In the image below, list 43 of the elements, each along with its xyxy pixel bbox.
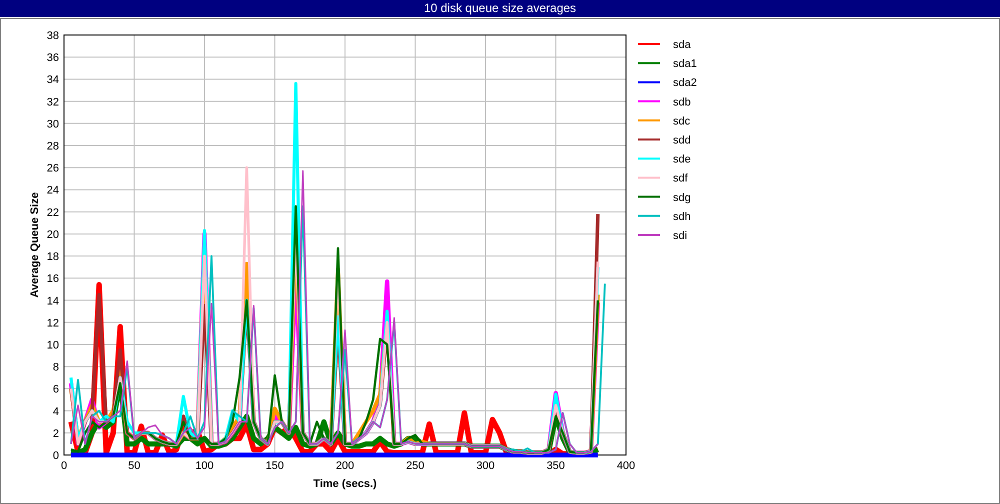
axis-tick-label: 0 [52,450,59,462]
axis-tick-label: 0 [60,460,68,472]
axis-tick-label: 28 [46,140,59,153]
axis-tick-label: 50 [128,460,140,472]
axis-tick-label: 34 [46,74,59,86]
axis-tick-label: 100 [195,460,214,472]
axis-tick-label: 350 [546,460,565,472]
axis-tick-label: 26 [46,162,59,175]
axis-title: Average Queue Size [29,192,41,298]
axis-tick-label: 10 [46,339,59,352]
legend-label: sda [673,39,691,51]
axis-tick-label: 300 [476,460,495,472]
axis-tick-label: 400 [616,460,636,472]
legend-label: sdh [673,210,691,223]
axis-tick-label: 20 [46,228,59,241]
axis-tick-label: 250 [406,460,424,472]
window-title: 10 disk queue size averages [0,0,1000,18]
legend-label: sdf [673,172,688,185]
axis-tick-label: 4 [52,406,59,418]
axis-tick-label: 24 [46,184,59,197]
legend-label: sdc [673,115,690,128]
legend-label: sdb [673,96,691,108]
axis-tick-label: 14 [46,295,59,308]
legend-label: sde [673,154,691,166]
axis-title: Time (secs.) [313,478,377,490]
axis-tick-label: 36 [46,52,59,64]
axis-tick-label: 6 [52,384,59,396]
legend-label: sda2 [673,77,697,90]
axis-tick-label: 2 [52,428,59,440]
axis-tick-label: 38 [46,30,59,42]
axis-tick-label: 12 [46,317,59,330]
legend-label: sdg [673,192,691,204]
legend-label: sda1 [673,58,697,70]
axis-tick-label: 200 [336,460,354,472]
legend-label: sdd [673,134,691,146]
axis-tick-label: 30 [46,118,59,130]
axis-tick-label: 22 [46,206,59,219]
axis-tick-label: 150 [266,460,284,472]
axis-tick-label: 18 [46,251,59,264]
axis-tick-label: 8 [52,362,59,374]
axis-tick-label: 32 [46,96,59,108]
axis-tick-label: 16 [46,273,59,286]
legend-label: sdi [673,230,688,242]
